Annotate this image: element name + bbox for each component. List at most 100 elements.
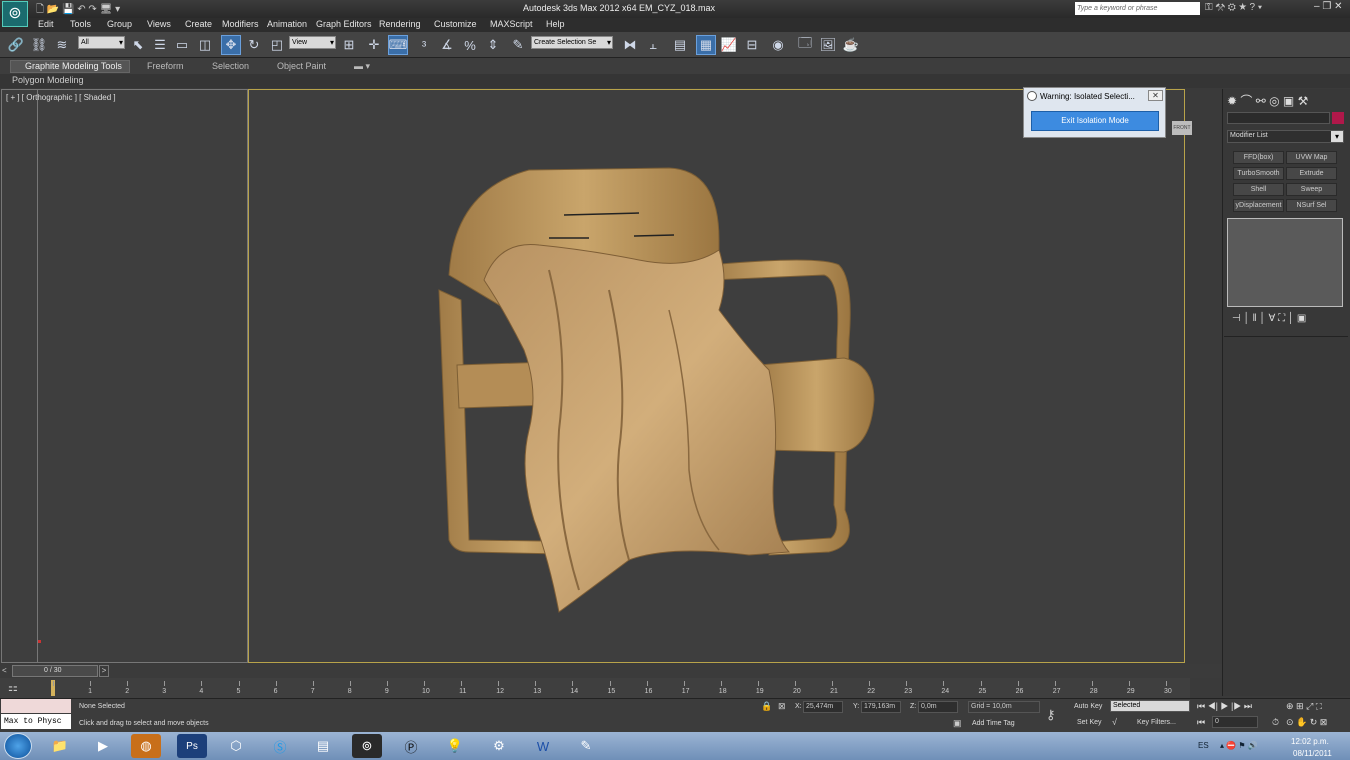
absolute-mode-icon[interactable]: ⊠ <box>778 701 786 712</box>
help-tools-icons[interactable]: ⚿ ⚒ ⚙ ★ ? ▾ <box>1205 2 1262 13</box>
tab-object-paint[interactable]: Object Paint <box>277 61 326 71</box>
track-bar[interactable] <box>0 678 1190 698</box>
menu-graph-editors[interactable]: Graph Editors <box>316 19 372 29</box>
mod-displacement-button[interactable]: yDisplacement <box>1233 199 1284 212</box>
time-slider-next-icon[interactable]: > <box>99 665 109 677</box>
edit-named-sel-icon[interactable]: ✎ <box>508 35 528 55</box>
key-tangent-icon[interactable]: √ <box>1112 717 1117 727</box>
menu-group[interactable]: Group <box>107 19 132 29</box>
layer-manager-icon[interactable]: ▤ <box>670 35 690 55</box>
maxscript-listener[interactable] <box>1 699 71 713</box>
snaps-toggle-icon[interactable]: ³ <box>414 35 434 55</box>
set-key-button[interactable]: Set Key <box>1077 719 1102 726</box>
named-selection-dropdown[interactable]: Create Selection Se <box>531 36 613 49</box>
bind-spacewarp-icon[interactable]: ≋ <box>52 35 72 55</box>
sketchup-icon[interactable]: ⬡ <box>221 734 251 758</box>
key-mode-icon[interactable]: ⚷ <box>1046 707 1056 723</box>
window-crossing-icon[interactable]: ◫ <box>195 35 215 55</box>
current-frame-field[interactable]: 0 <box>1212 716 1258 728</box>
key-filters-button[interactable]: Key Filters... <box>1137 719 1176 726</box>
stack-tools-icons[interactable]: ⊣ │ ǁ │ ∀ ⛶ │ ▣ <box>1232 313 1306 324</box>
time-tag-icon[interactable]: ▣ <box>953 718 962 729</box>
menu-maxscript[interactable]: MAXScript <box>490 19 533 29</box>
playback-controls[interactable]: ⏮ ◀| ▶ |▶ ⏭ <box>1197 701 1252 712</box>
search-input[interactable]: Type a keyword or phrase <box>1075 2 1200 15</box>
winrar-icon[interactable]: ▤ <box>308 734 338 758</box>
key-set-dropdown[interactable]: Selected <box>1110 700 1190 712</box>
mod-nsurf-sel-button[interactable]: NSurf Sel <box>1286 199 1337 212</box>
close-icon[interactable]: ✕ <box>1148 90 1163 101</box>
y-coordinate-field[interactable]: 179,163m <box>861 701 901 713</box>
select-rotate-icon[interactable]: ↻ <box>244 35 264 55</box>
viewport-left[interactable]: [ + ] [ Orthographic ] [ Shaded ] <box>1 89 248 663</box>
curve-editor-icon[interactable]: 📈 <box>719 35 739 55</box>
viewport-label[interactable]: [ + ] [ Orthographic ] [ Shaded ] <box>6 93 116 102</box>
isolation-warning-dialog[interactable]: Warning: Isolated Selecti... ✕ Exit Isol… <box>1023 87 1166 138</box>
auto-key-button[interactable]: Auto Key <box>1074 703 1102 710</box>
network-app-icon[interactable]: ⚙ <box>484 734 514 758</box>
window-controls[interactable]: – ❐ ✕ <box>1314 1 1342 12</box>
manipulate-icon[interactable]: ✛ <box>364 35 384 55</box>
maxscript-output[interactable]: Max to Physc <box>1 714 71 729</box>
ribbon-options-icon[interactable]: ▬ ▾ <box>354 61 370 72</box>
word-icon[interactable]: W <box>528 734 558 758</box>
lock-icon[interactable]: 🔒 <box>761 701 772 712</box>
percent-snap-icon[interactable]: % <box>460 35 480 55</box>
selection-filter-dropdown[interactable]: All <box>78 36 125 49</box>
z-coordinate-field[interactable]: 0,0m <box>918 701 958 713</box>
explorer-icon[interactable]: 📁 <box>45 734 75 758</box>
lightbulb-icon[interactable]: 💡 <box>440 734 470 758</box>
command-tabs-icons[interactable]: ✹ ⌒ ⚯ ◎ ▣ ⚒ <box>1227 92 1308 109</box>
menu-animation[interactable]: Animation <box>267 19 307 29</box>
viewport-nav-icons[interactable]: ⊕ ⊞ ⤢ ⛶ <box>1286 701 1322 712</box>
3dsmax-task-icon[interactable]: ⊚ <box>352 734 382 758</box>
menu-customize[interactable]: Customize <box>434 19 477 29</box>
tray-icons[interactable]: ▴ ⛔ ⚑ 🔊 <box>1220 741 1258 750</box>
skype-icon[interactable]: Ⓢ <box>265 734 295 758</box>
spinner-snap-icon[interactable]: ⇕ <box>483 35 503 55</box>
align-icon[interactable]: ⫠ <box>643 35 663 55</box>
track-view-toggle-icon[interactable]: ⚏ <box>8 681 18 694</box>
material-editor-icon[interactable]: ◉ <box>768 35 788 55</box>
mod-ffd-box-button[interactable]: FFD(box) <box>1233 151 1284 164</box>
select-move-icon[interactable]: ✥ <box>221 35 241 55</box>
viewport-nav-icons-2[interactable]: ⊙ ✋ ↻ ⊠ <box>1286 717 1327 728</box>
chair-model[interactable] <box>249 90 1184 662</box>
graphite-toggle-icon[interactable]: ▦ <box>696 35 716 55</box>
object-name-field[interactable] <box>1227 112 1330 124</box>
mod-turbosmooth-button[interactable]: TurboSmooth <box>1233 167 1284 180</box>
viewport-main[interactable] <box>248 89 1185 663</box>
mod-shell-button[interactable]: Shell <box>1233 183 1284 196</box>
language-indicator[interactable]: ES <box>1198 741 1209 750</box>
select-scale-icon[interactable]: ◰ <box>267 35 287 55</box>
modifier-stack[interactable] <box>1227 218 1343 307</box>
menu-rendering[interactable]: Rendering <box>379 19 421 29</box>
add-time-tag-button[interactable]: Add Time Tag <box>972 720 1015 727</box>
pixplant-icon[interactable]: Ⓟ <box>396 734 426 758</box>
viewcube-icon[interactable]: FRONT <box>1172 121 1192 135</box>
reference-coord-dropdown[interactable]: View <box>289 36 336 49</box>
render-production-icon[interactable]: ☕ <box>841 35 861 55</box>
firefox-icon[interactable]: ◍ <box>131 734 161 758</box>
time-config-icon[interactable]: ⏱ <box>1272 717 1279 728</box>
mod-sweep-button[interactable]: Sweep <box>1286 183 1337 196</box>
select-object-icon[interactable]: ⬉ <box>128 35 148 55</box>
tab-freeform[interactable]: Freeform <box>147 61 184 71</box>
menu-views[interactable]: Views <box>147 19 171 29</box>
mirror-icon[interactable]: ⧓ <box>620 35 640 55</box>
time-slider[interactable] <box>0 664 1222 678</box>
menu-create[interactable]: Create <box>185 19 212 29</box>
media-player-icon[interactable]: ▶ <box>88 734 118 758</box>
schematic-view-icon[interactable]: ⊟ <box>742 35 762 55</box>
go-to-start-icon[interactable]: ⏮ <box>1197 717 1205 728</box>
object-color-swatch[interactable] <box>1332 112 1344 124</box>
mod-extrude-button[interactable]: Extrude <box>1286 167 1337 180</box>
tab-selection[interactable]: Selection <box>212 61 249 71</box>
select-by-name-icon[interactable]: ☰ <box>150 35 170 55</box>
photoshop-icon[interactable]: Ps <box>177 734 207 758</box>
keyboard-shortcut-icon[interactable]: ⌨ <box>388 35 408 55</box>
menu-help[interactable]: Help <box>546 19 565 29</box>
modifier-list-arrow-icon[interactable]: ▾ <box>1331 131 1343 142</box>
angle-snap-icon[interactable]: ∡ <box>437 35 457 55</box>
notepad-icon[interactable]: ✎ <box>571 734 601 758</box>
